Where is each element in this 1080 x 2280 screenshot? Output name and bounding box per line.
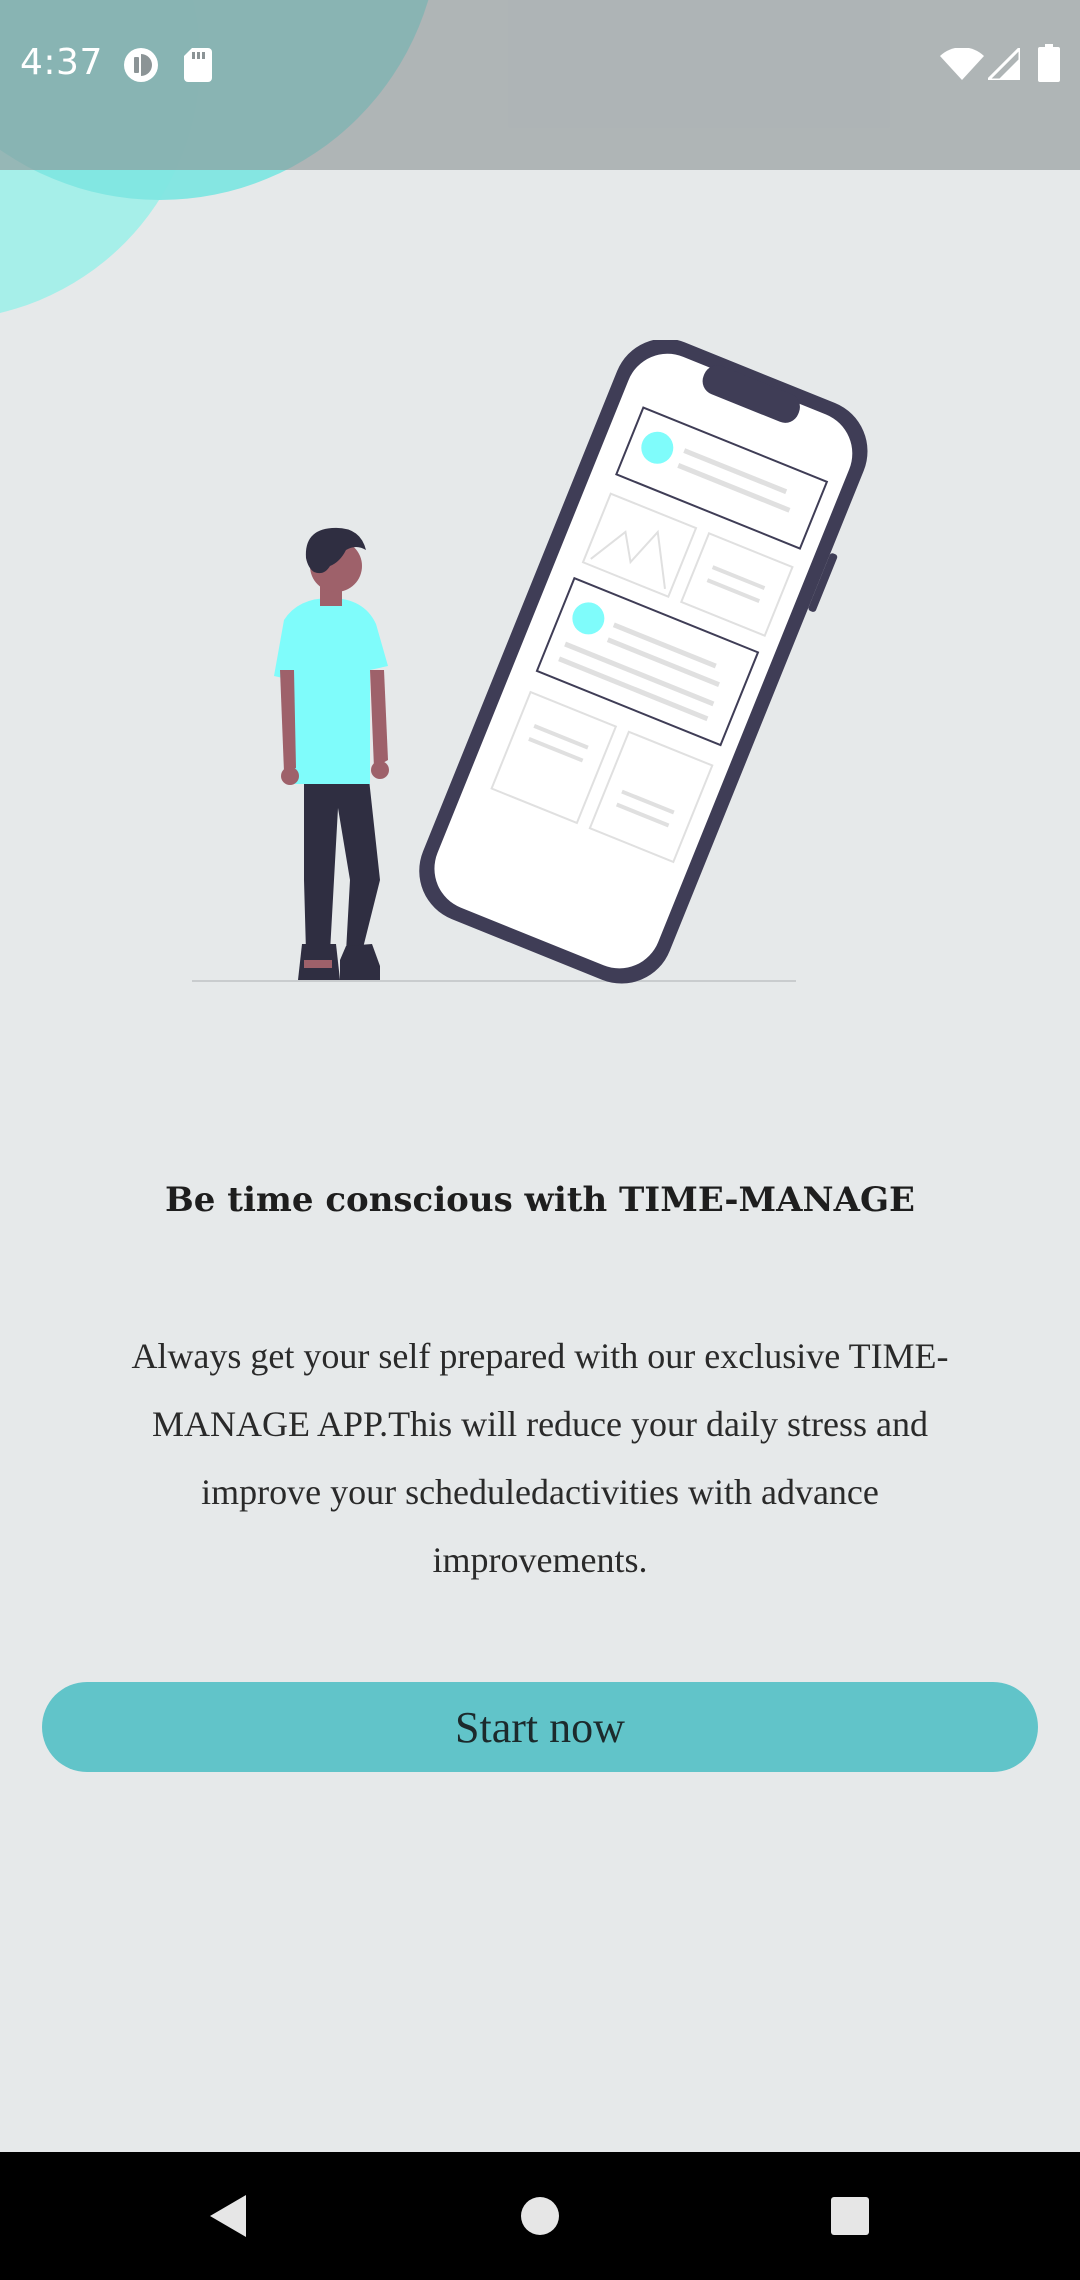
battery-icon — [1038, 44, 1060, 86]
status-time: 4:37 — [20, 42, 103, 83]
onboarding-screen: 4:37 Be time conscious with TIME-MANAGE … — [0, 0, 1080, 2280]
home-icon[interactable] — [500, 2176, 580, 2256]
sd-card-icon — [184, 48, 212, 86]
onboarding-description: Always get your self prepared with our e… — [131, 1336, 949, 1580]
recents-icon[interactable] — [810, 2176, 890, 2256]
start-now-button[interactable]: Start now — [42, 1682, 1038, 1772]
data-saver-icon — [122, 46, 160, 88]
status-bar: 4:37 — [0, 0, 1080, 170]
system-navigation-bar — [0, 2152, 1080, 2280]
onboarding-headline: Be time conscious with TIME-MANAGE — [165, 1180, 915, 1220]
cell-signal-icon — [984, 44, 1022, 84]
person-looking-at-phone-illustration — [180, 338, 900, 990]
wifi-icon — [940, 47, 984, 84]
back-icon[interactable] — [188, 2176, 268, 2256]
